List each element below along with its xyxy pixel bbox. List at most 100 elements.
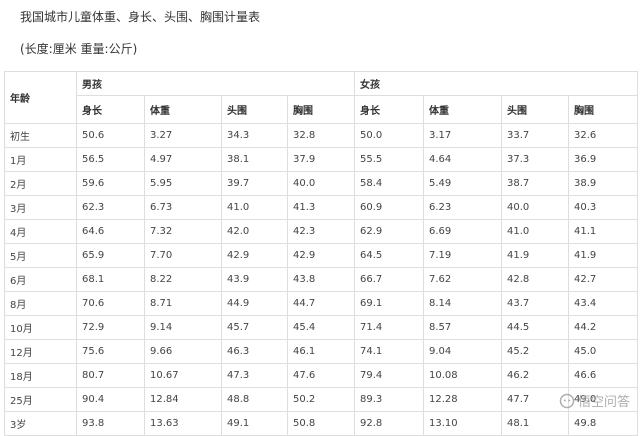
measure-header: 头围 xyxy=(221,95,288,124)
age-cell: 8月 xyxy=(4,291,77,316)
age-header: 年龄 xyxy=(4,71,77,124)
value-cell: 36.9 xyxy=(568,147,638,172)
value-cell: 41.0 xyxy=(501,219,569,244)
value-cell: 42.8 xyxy=(501,267,569,292)
table-row: 18月 80.7 10.67 47.3 47.6 79.4 10.08 46.2 46.6 xyxy=(4,363,638,388)
value-cell: 37.3 xyxy=(501,147,569,172)
table-row: 3月 62.3 6.73 41.0 41.3 60.9 6.23 40.0 40.3 xyxy=(4,195,638,220)
value-cell: 47.6 xyxy=(287,363,355,388)
value-cell: 69.1 xyxy=(354,291,424,316)
value-cell: 49.8 xyxy=(568,411,638,436)
measure-header: 胸围 xyxy=(568,95,638,124)
value-cell: 46.3 xyxy=(221,339,288,364)
value-cell: 41.1 xyxy=(568,219,638,244)
value-cell: 12.28 xyxy=(423,387,502,412)
value-cell: 5.49 xyxy=(423,171,502,196)
girls-header: 女孩 xyxy=(354,71,638,96)
value-cell: 32.6 xyxy=(568,123,638,148)
value-cell: 65.9 xyxy=(76,243,145,268)
value-cell: 6.69 xyxy=(423,219,502,244)
value-cell: 62.3 xyxy=(76,195,145,220)
value-cell: 43.8 xyxy=(287,267,355,292)
value-cell: 42.9 xyxy=(287,243,355,268)
age-cell: 6月 xyxy=(4,267,77,292)
age-cell: 3月 xyxy=(4,195,77,220)
value-cell: 62.9 xyxy=(354,219,424,244)
value-cell: 50.0 xyxy=(354,123,424,148)
table-row: 25月 90.4 12.84 48.8 50.2 89.3 12.28 47.7 49.0 xyxy=(4,387,638,412)
value-cell: 50.6 xyxy=(76,123,145,148)
value-cell: 8.57 xyxy=(423,315,502,340)
age-cell: 3岁 xyxy=(4,411,77,436)
table-row: 8月 70.6 8.71 44.9 44.7 69.1 8.14 43.7 43.4 xyxy=(4,291,638,316)
value-cell: 7.19 xyxy=(423,243,502,268)
value-cell: 44.9 xyxy=(221,291,288,316)
measure-header: 体重 xyxy=(144,95,222,124)
value-cell: 38.9 xyxy=(568,171,638,196)
value-cell: 7.62 xyxy=(423,267,502,292)
value-cell: 9.04 xyxy=(423,339,502,364)
value-cell: 4.64 xyxy=(423,147,502,172)
value-cell: 38.1 xyxy=(221,147,288,172)
value-cell: 90.4 xyxy=(76,387,145,412)
value-cell: 58.4 xyxy=(354,171,424,196)
value-cell: 42.7 xyxy=(568,267,638,292)
value-cell: 68.1 xyxy=(76,267,145,292)
value-cell: 43.7 xyxy=(501,291,569,316)
table-row: 10月 72.9 9.14 45.7 45.4 71.4 8.57 44.5 44.2 xyxy=(4,315,638,340)
value-cell: 75.6 xyxy=(76,339,145,364)
value-cell: 10.08 xyxy=(423,363,502,388)
wukong-logo-icon xyxy=(559,393,575,408)
value-cell: 37.9 xyxy=(287,147,355,172)
value-cell: 39.7 xyxy=(221,171,288,196)
value-cell: 46.6 xyxy=(568,363,638,388)
age-cell: 18月 xyxy=(4,363,77,388)
value-cell: 50.2 xyxy=(287,387,355,412)
value-cell: 92.8 xyxy=(354,411,424,436)
table-row: 1月 56.5 4.97 38.1 37.9 55.5 4.64 37.3 36.9 xyxy=(4,147,638,172)
value-cell: 6.73 xyxy=(144,195,222,220)
age-cell: 12月 xyxy=(4,339,77,364)
value-cell: 48.1 xyxy=(501,411,569,436)
age-cell: 初生 xyxy=(4,123,77,148)
value-cell: 60.9 xyxy=(354,195,424,220)
value-cell: 89.3 xyxy=(354,387,424,412)
value-cell: 33.7 xyxy=(501,123,569,148)
value-cell: 8.71 xyxy=(144,291,222,316)
value-cell: 8.14 xyxy=(423,291,502,316)
value-cell: 42.3 xyxy=(287,219,355,244)
value-cell: 45.2 xyxy=(501,339,569,364)
measure-header: 头围 xyxy=(501,95,569,124)
value-cell: 12.84 xyxy=(144,387,222,412)
value-cell: 48.8 xyxy=(221,387,288,412)
page-title: 我国城市儿童体重、身长、头围、胸围计量表 xyxy=(20,10,261,24)
value-cell: 40.3 xyxy=(568,195,638,220)
value-cell: 70.6 xyxy=(76,291,145,316)
value-cell: 32.8 xyxy=(287,123,355,148)
value-cell: 13.63 xyxy=(144,411,222,436)
table-row: 初生 50.6 3.27 34.3 32.8 50.0 3.17 33.7 32.6 xyxy=(4,123,638,148)
value-cell: 44.7 xyxy=(287,291,355,316)
measure-header: 体重 xyxy=(423,95,502,124)
table-row: 12月 75.6 9.66 46.3 46.1 74.1 9.04 45.2 45.0 xyxy=(4,339,638,364)
age-cell: 25月 xyxy=(4,387,77,412)
age-cell: 4月 xyxy=(4,219,77,244)
value-cell: 43.4 xyxy=(568,291,638,316)
age-cell: 2月 xyxy=(4,171,77,196)
value-cell: 44.5 xyxy=(501,315,569,340)
value-cell: 6.23 xyxy=(423,195,502,220)
value-cell: 8.22 xyxy=(144,267,222,292)
measure-header: 身长 xyxy=(76,95,145,124)
age-cell: 10月 xyxy=(4,315,77,340)
group-header-row: 年龄 男孩 女孩 xyxy=(4,71,638,124)
value-cell: 42.9 xyxy=(221,243,288,268)
value-cell: 55.5 xyxy=(354,147,424,172)
value-cell: 5.95 xyxy=(144,171,222,196)
table-row: 5月 65.9 7.70 42.9 42.9 64.5 7.19 41.9 41.9 xyxy=(4,243,638,268)
value-cell: 46.2 xyxy=(501,363,569,388)
value-cell: 34.3 xyxy=(221,123,288,148)
watermark-text: 悟空问答 xyxy=(577,395,630,410)
value-cell: 45.7 xyxy=(221,315,288,340)
value-cell: 56.5 xyxy=(76,147,145,172)
value-cell: 72.9 xyxy=(76,315,145,340)
